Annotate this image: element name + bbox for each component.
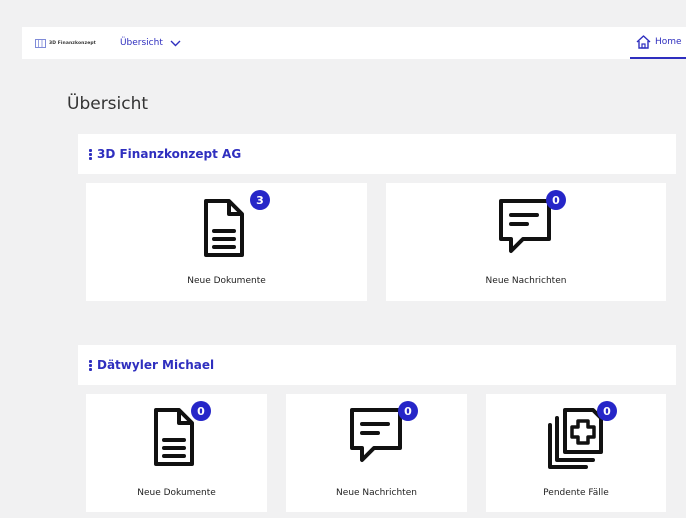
count-badge: 3 — [250, 190, 270, 210]
card-person-new-messages[interactable]: 0 Neue Nachrichten — [286, 394, 467, 512]
section-header-company[interactable]: 3D Finanzkonzept AG — [78, 134, 676, 174]
kebab-menu-icon[interactable] — [88, 148, 92, 160]
company-logo[interactable]: 3D Finanzkonzept — [35, 38, 96, 48]
count-badge: 0 — [398, 401, 418, 421]
section-header-person[interactable]: Dätwyler Michael — [78, 345, 676, 385]
cube-logo-icon — [35, 38, 46, 48]
nav-overview-dropdown[interactable]: Übersicht — [120, 38, 181, 48]
top-navigation-bar: 3D Finanzkonzept Übersicht Home — [22, 27, 686, 59]
card-label: Neue Dokumente — [137, 488, 216, 498]
card-person-pending-cases[interactable]: 0 Pendente Fälle — [486, 394, 666, 512]
card-company-new-messages[interactable]: 0 Neue Nachrichten — [386, 183, 666, 301]
document-icon — [196, 193, 258, 261]
section-title: Dätwyler Michael — [97, 358, 215, 372]
kebab-menu-icon[interactable] — [88, 359, 92, 371]
count-badge: 0 — [191, 401, 211, 421]
section-title: 3D Finanzkonzept AG — [97, 147, 242, 161]
card-label: Pendente Fälle — [543, 488, 609, 498]
chevron-down-icon — [170, 40, 181, 46]
card-label: Neue Nachrichten — [336, 488, 417, 498]
home-icon — [636, 35, 651, 49]
count-badge: 0 — [546, 190, 566, 210]
nav-overview-label: Übersicht — [119, 38, 163, 48]
nav-home-label: Home — [655, 37, 682, 47]
card-label: Neue Nachrichten — [485, 276, 567, 286]
logo-text: 3D Finanzkonzept — [49, 40, 96, 46]
page-title: Übersicht — [67, 94, 149, 114]
nav-home-tab[interactable]: Home — [630, 27, 686, 59]
card-company-new-documents[interactable]: 3 Neue Dokumente — [86, 183, 367, 301]
card-person-new-documents[interactable]: 0 Neue Dokumente — [86, 394, 267, 512]
card-label: Neue Dokumente — [187, 276, 266, 286]
count-badge: 0 — [597, 401, 617, 421]
